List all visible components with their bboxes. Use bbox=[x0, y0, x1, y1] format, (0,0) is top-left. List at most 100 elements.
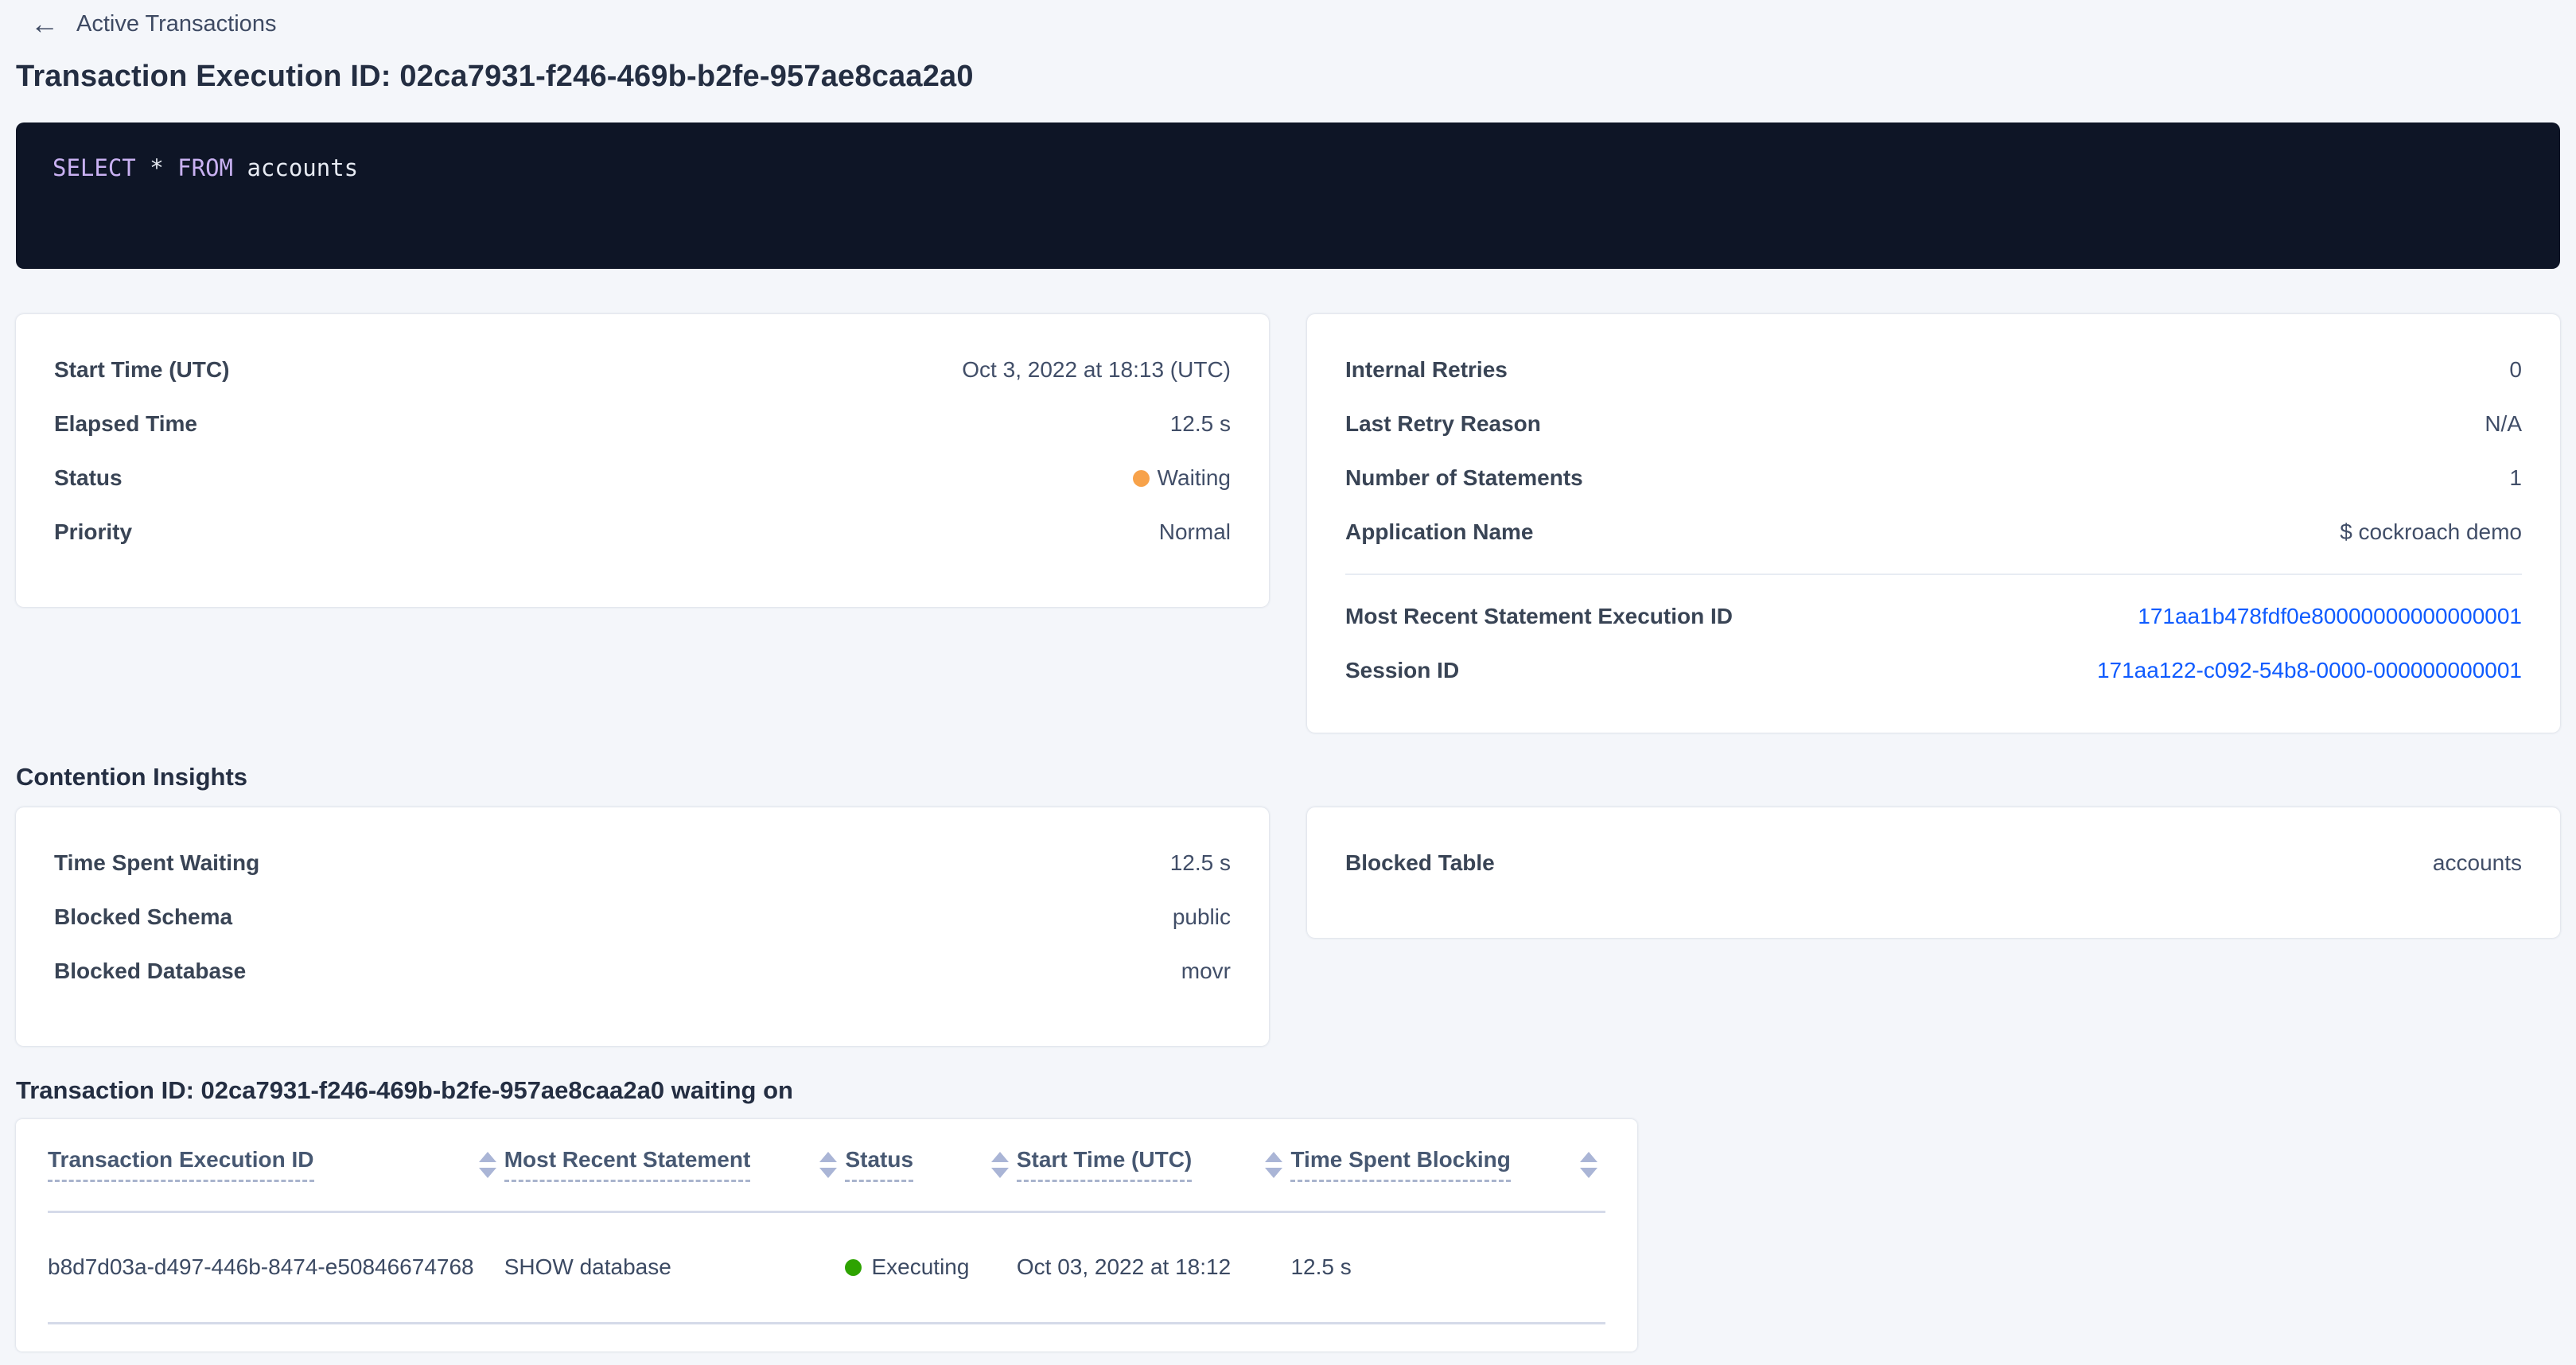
kv-value: N/A bbox=[2485, 411, 2522, 437]
kv-row-session-id: Session ID 171aa122-c092-54b8-0000-00000… bbox=[1345, 644, 2522, 698]
table-row: b8d7d03a-d497-446b-8474-e50846674768 SHO… bbox=[48, 1211, 1605, 1323]
kv-row-blocked-table: Blocked Table accounts bbox=[1345, 836, 2522, 890]
page-title: Transaction Execution ID: 02ca7931-f246-… bbox=[16, 59, 2560, 94]
column-header-label: Time Spent Blocking bbox=[1290, 1147, 1510, 1182]
column-header-most-recent-statement[interactable]: Most Recent Statement bbox=[504, 1119, 846, 1211]
kv-label: Time Spent Waiting bbox=[54, 850, 259, 876]
sort-up-icon bbox=[1580, 1152, 1597, 1162]
sql-statement: SELECT * FROM accounts bbox=[53, 154, 2523, 181]
kv-row-status: Status Waiting bbox=[54, 451, 1231, 505]
kv-label: Blocked Table bbox=[1345, 850, 1495, 876]
sort-down-icon bbox=[991, 1168, 1009, 1178]
sql-star: * bbox=[136, 154, 177, 181]
column-header-transaction-execution-id[interactable]: Transaction Execution ID bbox=[48, 1119, 504, 1211]
waiting-on-heading: Transaction ID: 02ca7931-f246-469b-b2fe-… bbox=[16, 1076, 2560, 1105]
cell-start-time: Oct 03, 2022 at 18:12 bbox=[1017, 1211, 1291, 1323]
back-label: Active Transactions bbox=[76, 11, 276, 37]
kv-row-blocked-database: Blocked Database movr bbox=[54, 944, 1231, 998]
kv-value: accounts bbox=[2433, 850, 2522, 876]
contention-insights-heading: Contention Insights bbox=[16, 763, 2560, 791]
kv-row-blocked-schema: Blocked Schema public bbox=[54, 890, 1231, 944]
back-to-active-transactions-link[interactable]: ← Active Transactions bbox=[30, 8, 276, 40]
sort-down-icon bbox=[1265, 1168, 1282, 1178]
column-header-start-time[interactable]: Start Time (UTC) bbox=[1017, 1119, 1291, 1211]
sort-down-icon bbox=[819, 1168, 837, 1178]
waiting-on-table-card: Transaction Execution ID Most Recent Sta… bbox=[16, 1119, 1637, 1351]
sql-table-name: accounts bbox=[233, 154, 358, 181]
column-header-label: Transaction Execution ID bbox=[48, 1147, 314, 1182]
kv-row-application-name: Application Name $ cockroach demo bbox=[1345, 505, 2522, 559]
transaction-summary-card: Start Time (UTC) Oct 3, 2022 at 18:13 (U… bbox=[16, 314, 1269, 607]
sort-up-icon bbox=[1265, 1152, 1282, 1162]
waiting-on-table: Transaction Execution ID Most Recent Sta… bbox=[48, 1119, 1605, 1324]
back-arrow-icon: ← bbox=[30, 10, 59, 38]
kv-label: Start Time (UTC) bbox=[54, 357, 229, 383]
column-header-label: Most Recent Statement bbox=[504, 1147, 751, 1182]
blocked-table-card: Blocked Table accounts bbox=[1307, 807, 2560, 938]
kv-row-number-of-statements: Number of Statements 1 bbox=[1345, 451, 2522, 505]
sort-icon[interactable] bbox=[1265, 1152, 1282, 1178]
kv-label: Status bbox=[54, 465, 123, 491]
kv-label: Number of Statements bbox=[1345, 465, 1583, 491]
kv-value: 12.5 s bbox=[1170, 850, 1231, 876]
kv-value: 12.5 s bbox=[1170, 411, 1231, 437]
kv-label: Last Retry Reason bbox=[1345, 411, 1541, 437]
contention-details-card: Time Spent Waiting 12.5 s Blocked Schema… bbox=[16, 807, 1269, 1046]
kv-value: $ cockroach demo bbox=[2340, 519, 2522, 545]
kv-label: Blocked Database bbox=[54, 959, 246, 984]
kv-label: Internal Retries bbox=[1345, 357, 1508, 383]
kv-row-start-time: Start Time (UTC) Oct 3, 2022 at 18:13 (U… bbox=[54, 343, 1231, 397]
transaction-details-page: ← Active Transactions Transaction Execut… bbox=[0, 0, 2576, 1351]
statement-execution-id-link[interactable]: 171aa1b478fdf0e80000000000000001 bbox=[2138, 604, 2522, 629]
kv-row-priority: Priority Normal bbox=[54, 505, 1231, 559]
kv-value: movr bbox=[1181, 959, 1231, 984]
cell-transaction-execution-id: b8d7d03a-d497-446b-8474-e50846674768 bbox=[48, 1211, 504, 1323]
session-id-link[interactable]: 171aa122-c092-54b8-0000-000000000001 bbox=[2097, 658, 2522, 683]
sql-keyword-from: FROM bbox=[177, 154, 233, 181]
kv-value: Normal bbox=[1159, 519, 1231, 545]
status-text: Waiting bbox=[1158, 465, 1231, 491]
kv-label: Elapsed Time bbox=[54, 411, 197, 437]
sort-icon[interactable] bbox=[1580, 1152, 1597, 1178]
kv-row-internal-retries: Internal Retries 0 bbox=[1345, 343, 2522, 397]
column-header-status[interactable]: Status bbox=[845, 1119, 1016, 1211]
kv-row-last-retry-reason: Last Retry Reason N/A bbox=[1345, 397, 2522, 451]
kv-row-statement-execution-id: Most Recent Statement Execution ID 171aa… bbox=[1345, 589, 2522, 644]
column-header-label: Status bbox=[845, 1147, 913, 1182]
waiting-on-table-header: Transaction Execution ID Most Recent Sta… bbox=[48, 1119, 1605, 1211]
sort-up-icon bbox=[991, 1152, 1009, 1162]
sort-icon[interactable] bbox=[991, 1152, 1009, 1178]
kv-row-time-spent-waiting: Time Spent Waiting 12.5 s bbox=[54, 836, 1231, 890]
sql-keyword-select: SELECT bbox=[53, 154, 136, 181]
kv-label: Session ID bbox=[1345, 658, 1459, 683]
sort-up-icon bbox=[479, 1152, 496, 1162]
kv-label: Blocked Schema bbox=[54, 904, 232, 930]
sort-up-icon bbox=[819, 1152, 837, 1162]
status-text: Executing bbox=[871, 1254, 969, 1280]
kv-row-elapsed-time: Elapsed Time 12.5 s bbox=[54, 397, 1231, 451]
contention-cards-row: Time Spent Waiting 12.5 s Blocked Schema… bbox=[16, 807, 2560, 1046]
kv-label: Priority bbox=[54, 519, 132, 545]
kv-value: public bbox=[1173, 904, 1231, 930]
execution-attributes-card: Internal Retries 0 Last Retry Reason N/A… bbox=[1307, 314, 2560, 733]
status-badge: Waiting bbox=[1133, 465, 1231, 491]
column-header-time-spent-blocking[interactable]: Time Spent Blocking bbox=[1290, 1119, 1605, 1211]
sql-statement-box: SELECT * FROM accounts bbox=[16, 122, 2560, 269]
kv-value: 1 bbox=[2509, 465, 2522, 491]
column-header-label: Start Time (UTC) bbox=[1017, 1147, 1192, 1182]
cell-time-spent-blocking: 12.5 s bbox=[1290, 1211, 1605, 1323]
kv-label: Most Recent Statement Execution ID bbox=[1345, 604, 1733, 629]
cell-most-recent-statement: SHOW database bbox=[504, 1211, 846, 1323]
executing-status-dot bbox=[845, 1259, 862, 1276]
kv-value: Oct 3, 2022 at 18:13 (UTC) bbox=[962, 357, 1231, 383]
waiting-status-dot bbox=[1133, 470, 1150, 487]
sort-down-icon bbox=[1580, 1168, 1597, 1178]
kv-label: Application Name bbox=[1345, 519, 1533, 545]
sort-icon[interactable] bbox=[819, 1152, 837, 1178]
kv-value: 0 bbox=[2509, 357, 2522, 383]
card-divider bbox=[1345, 574, 2522, 575]
cell-status: Executing bbox=[845, 1211, 1016, 1323]
sort-icon[interactable] bbox=[479, 1152, 496, 1178]
sort-down-icon bbox=[479, 1168, 496, 1178]
summary-cards-row: Start Time (UTC) Oct 3, 2022 at 18:13 (U… bbox=[16, 314, 2560, 733]
